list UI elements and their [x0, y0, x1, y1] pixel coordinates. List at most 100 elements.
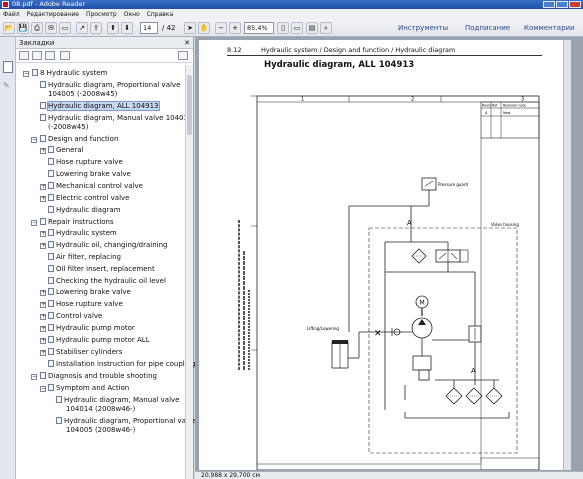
menu-file[interactable]: Файл — [3, 11, 20, 18]
bookmark-item[interactable]: Hydraulic pump motor ALL — [48, 336, 150, 345]
search-panel-icon[interactable] — [178, 51, 188, 60]
expand-toggle[interactable]: + — [40, 196, 46, 202]
bookmark-item[interactable]: Stabiliser cylinders — [48, 348, 122, 357]
attachment-icon[interactable]: ✎ — [3, 81, 13, 91]
zoom-out-icon[interactable]: − — [215, 22, 227, 34]
maximize-button[interactable] — [556, 1, 568, 8]
bookmark-item[interactable]: 8 Hydraulic system — [32, 69, 107, 78]
bookmark-item[interactable]: Lowering brake valve — [48, 170, 131, 179]
bookmark-item-continued[interactable]: 104014 (2008w46-) — [66, 405, 135, 414]
pdf-page: 8.12 Hydraulic system / Design and funct… — [199, 40, 571, 470]
bookmark-item[interactable]: Design and function — [40, 135, 118, 144]
bookmark-item[interactable]: Electric control valve — [48, 194, 129, 203]
hand-icon[interactable]: ✋ — [198, 22, 210, 34]
bookmark-item[interactable]: Hydraulic diagram — [48, 206, 121, 215]
bookmark-item[interactable]: Hose rupture valve — [48, 300, 123, 309]
open-icon[interactable]: 📂 — [3, 22, 15, 34]
comment-icon[interactable]: ▭ — [59, 22, 71, 34]
bookmark-icon — [48, 253, 54, 260]
zoom-in-icon[interactable]: + — [229, 22, 241, 34]
expand-toggle[interactable]: + — [40, 231, 46, 237]
read-mode-icon[interactable]: ▤ — [306, 22, 318, 34]
next-page-icon[interactable]: ⬇ — [121, 22, 133, 34]
bookmark-item[interactable]: Air filter, replacing — [48, 253, 121, 262]
window-titlebar: 08.pdf - Adobe Reader — [0, 0, 583, 9]
expand-toggle[interactable]: + — [40, 350, 46, 356]
page-number-input[interactable]: 14 — [140, 22, 158, 34]
print-icon[interactable]: ⎙ — [31, 22, 43, 34]
bookmark-item[interactable]: Hydraulic system — [48, 229, 117, 238]
revision-cell: New — [503, 111, 511, 115]
bookmark-item[interactable]: Control valve — [48, 312, 102, 321]
close-button[interactable] — [569, 1, 581, 8]
bookmark-item[interactable]: Hydraulic diagram, Manual valve — [56, 396, 179, 405]
minimize-button[interactable] — [543, 1, 555, 8]
new-bookmark-icon[interactable] — [45, 51, 55, 60]
bookmark-item[interactable]: Installation instruction for pipe coupli… — [48, 360, 199, 369]
bookmarks-tools — [16, 49, 193, 63]
collapse-toggle[interactable]: − — [31, 220, 37, 226]
share-icon[interactable]: ↗ — [76, 22, 88, 34]
bookmark-item[interactable]: Checking the hydraulic oil level — [48, 277, 166, 286]
menu-window[interactable]: Окно — [124, 11, 140, 18]
menu-edit[interactable]: Редактирование — [27, 11, 79, 18]
close-panel-icon[interactable]: ✕ — [184, 37, 190, 49]
fit-page-icon[interactable]: ▯ — [277, 22, 289, 34]
bookmark-icon — [48, 146, 54, 153]
bookmark-item[interactable]: Lowering brake valve — [48, 288, 131, 297]
expand-toggle[interactable]: + — [40, 314, 46, 320]
bookmark-item[interactable]: Hydraulic oil, changing/draining — [48, 241, 168, 250]
bookmark-item-continued[interactable]: 104005 (2008w46-) — [66, 426, 135, 435]
bookmark-item-continued[interactable]: 104005 (-2008w45) — [48, 90, 117, 99]
bookmark-item[interactable]: Hydraulic diagram, Proportional valve — [40, 81, 180, 90]
expand-toggle[interactable]: + — [40, 302, 46, 308]
bookmark-item[interactable]: Hydraulic diagram, Manual valve 104014 — [40, 114, 192, 123]
collapse-toggle[interactable]: − — [31, 137, 37, 143]
bookmark-item[interactable]: Hydraulic diagram, Proportional valve — [56, 417, 196, 426]
bookmark-item[interactable]: Mechanical control valve — [48, 182, 143, 191]
zoom-select[interactable]: 85,4% — [244, 22, 274, 34]
sign-link[interactable]: Подписание — [465, 22, 510, 34]
expand-toggle[interactable]: + — [40, 148, 46, 154]
export-icon[interactable]: ⇪ — [90, 22, 102, 34]
bookmark-item[interactable]: General — [48, 146, 84, 155]
expand-toggle[interactable]: + — [40, 326, 46, 332]
status-bar: 20,988 x 29,700 см — [195, 471, 583, 479]
expand-toggle[interactable]: + — [40, 290, 46, 296]
bookmark-item[interactable]: Repair instructions — [40, 218, 114, 227]
bookmark-item[interactable]: Diagnosis and trouble shooting — [40, 372, 157, 381]
expand-toggle[interactable]: + — [40, 243, 46, 249]
bookmark-item[interactable]: Hydraulic pump motor — [48, 324, 135, 333]
fit-width-icon[interactable]: ▭ — [291, 22, 303, 34]
bookmark-icon — [40, 81, 46, 88]
options-icon[interactable] — [19, 51, 29, 60]
expand-toggle[interactable]: + — [40, 184, 46, 190]
tools-link[interactable]: Инструменты — [398, 22, 448, 34]
bookmarks-icon[interactable] — [3, 61, 13, 73]
expand-toggle[interactable]: + — [40, 338, 46, 344]
menu-view[interactable]: Просмотр — [86, 11, 117, 18]
search-icon[interactable]: ⌕ — [320, 22, 332, 34]
bookmark-item[interactable]: Hose rupture valve — [48, 158, 123, 167]
prev-page-icon[interactable]: ⬆ — [107, 22, 119, 34]
bookmark-icon — [40, 114, 46, 121]
document-scrollbar[interactable] — [563, 40, 571, 470]
bookmark-item[interactable]: Symptom and Action — [48, 384, 129, 393]
collapse-toggle[interactable]: − — [23, 71, 29, 77]
bookmark-icon — [48, 229, 54, 236]
save-icon[interactable]: 💾 — [17, 22, 29, 34]
bookmark-item[interactable]: Oil filter insert, replacement — [48, 265, 155, 274]
menu-help[interactable]: Справка — [147, 11, 173, 18]
bookmark-item-selected[interactable]: Hydraulic diagram, ALL 104913 — [40, 101, 160, 111]
cursor-icon[interactable]: ➤ — [184, 22, 196, 34]
email-icon[interactable]: ✉ — [45, 22, 57, 34]
scroll-thumb[interactable] — [187, 75, 192, 135]
bookmarks-scrollbar[interactable] — [185, 65, 193, 479]
expand-icon[interactable] — [60, 51, 70, 60]
bookmark-icon — [48, 312, 54, 319]
comments-link[interactable]: Комментарии — [524, 22, 575, 34]
delete-icon[interactable] — [32, 51, 42, 60]
bookmark-item-continued[interactable]: (-2008w45) — [48, 123, 88, 132]
collapse-toggle[interactable]: − — [40, 386, 46, 392]
collapse-toggle[interactable]: − — [31, 374, 37, 380]
